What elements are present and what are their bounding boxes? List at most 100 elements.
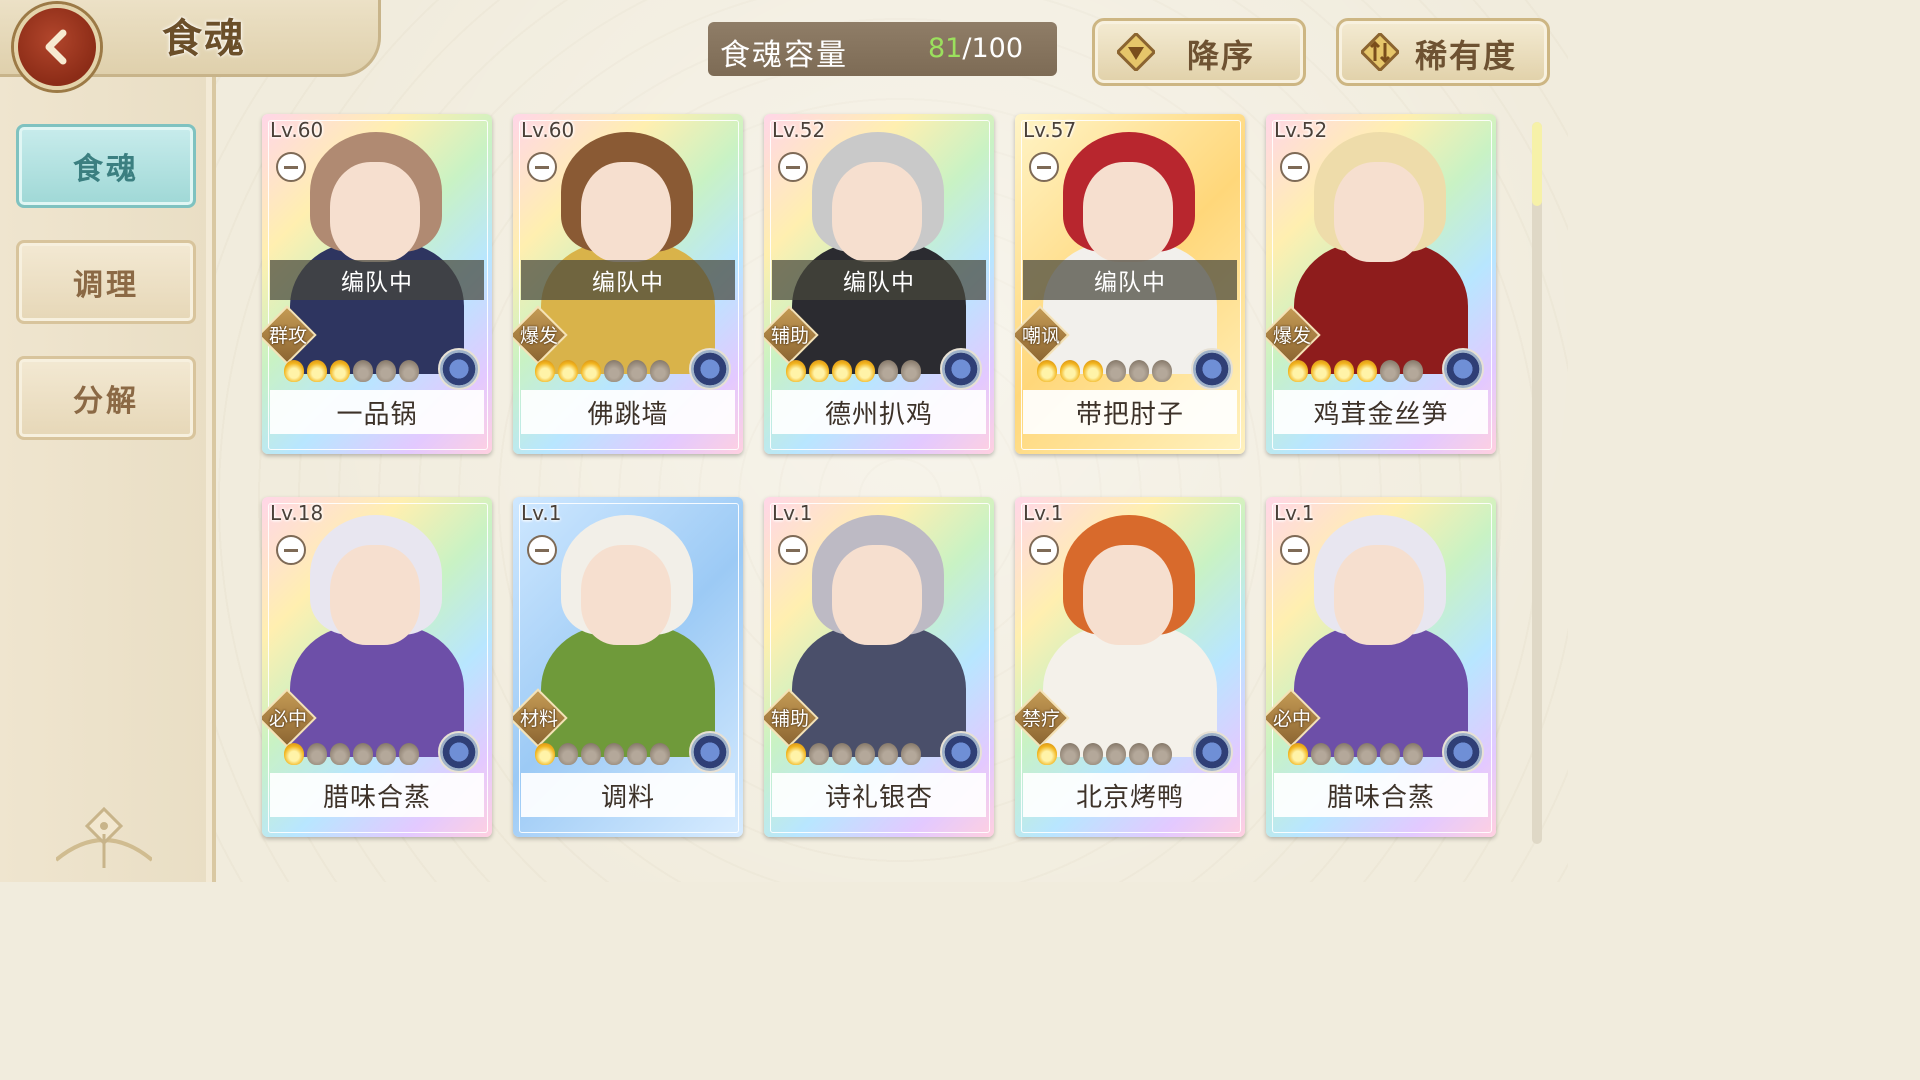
flame-icon — [1357, 743, 1377, 765]
back-arrow-icon — [45, 29, 67, 65]
skill-icon — [778, 152, 808, 182]
food-soul-card[interactable]: Lv.57 编队中 嘲讽 带把肘子 — [1015, 114, 1245, 454]
role-label: 嘲讽 — [1021, 325, 1060, 347]
skill-icon — [1280, 535, 1310, 565]
food-soul-card[interactable]: Lv.1 禁疗北京烤鸭 — [1015, 497, 1245, 837]
card-name: 诗礼银杏 — [772, 773, 986, 817]
flame-icon — [650, 743, 670, 765]
card-name: 德州扒鸡 — [772, 390, 986, 434]
tab-food-soul[interactable]: 食魂 — [16, 124, 196, 208]
flame-icon — [786, 360, 806, 382]
flame-icon — [627, 360, 647, 382]
rarity-flames — [1037, 360, 1187, 386]
portrait-face — [832, 162, 922, 262]
flame-icon — [604, 360, 624, 382]
level-label: Lv.52 — [772, 118, 826, 142]
flame-icon — [353, 743, 373, 765]
flame-icon — [581, 743, 601, 765]
flame-icon — [1129, 360, 1149, 382]
flame-icon — [581, 360, 601, 382]
sort-by-button[interactable]: 稀有度 — [1336, 18, 1550, 86]
flame-icon — [604, 743, 624, 765]
scrollbar[interactable] — [1532, 122, 1542, 844]
level-label: Lv.57 — [1023, 118, 1077, 142]
flame-icon — [535, 360, 555, 382]
sort-order-button[interactable]: 降序 — [1092, 18, 1306, 86]
flame-icon — [901, 743, 921, 765]
food-soul-card[interactable]: Lv.1 必中 腊味合蒸 — [1266, 497, 1496, 837]
role-label: 辅助 — [770, 708, 809, 730]
flame-icon — [1129, 743, 1149, 765]
flower-element-icon — [1442, 731, 1484, 773]
flame-icon — [1060, 360, 1080, 382]
rarity-flames — [1288, 360, 1438, 386]
flame-icon — [1152, 360, 1172, 382]
portrait-face — [330, 545, 420, 645]
skill-icon — [527, 152, 557, 182]
scrollbar-thumb[interactable] — [1532, 122, 1542, 206]
flame-icon — [627, 743, 647, 765]
card-name: 带把肘子 — [1023, 390, 1237, 434]
level-label: Lv.1 — [772, 501, 813, 525]
triangle-down-icon — [1117, 33, 1155, 71]
flame-icon — [1083, 360, 1103, 382]
flame-icon — [284, 743, 304, 765]
level-label: Lv.1 — [521, 501, 562, 525]
capacity-display: 食魂容量 81/100 — [708, 22, 1057, 76]
food-soul-card[interactable]: Lv.1 材料 调料 — [513, 497, 743, 837]
flame-icon — [878, 743, 898, 765]
level-label: Lv.1 — [1023, 501, 1064, 525]
skill-icon — [527, 535, 557, 565]
flame-icon — [786, 743, 806, 765]
flame-icon — [855, 743, 875, 765]
sort-arrows-icon — [1361, 33, 1399, 71]
flame-icon — [650, 360, 670, 382]
flame-icon — [284, 360, 304, 382]
skill-icon — [1029, 535, 1059, 565]
flame-icon — [330, 743, 350, 765]
food-soul-card[interactable]: Lv.60 编队中 爆发 佛跳墙 — [513, 114, 743, 454]
rarity-flames — [284, 743, 434, 769]
flower-element-icon — [689, 348, 731, 390]
card-name: 北京烤鸭 — [1023, 773, 1237, 817]
portrait-face — [1334, 545, 1424, 645]
role-label: 爆发 — [1272, 325, 1311, 347]
flame-icon — [1083, 743, 1103, 765]
flame-icon — [901, 360, 921, 382]
food-soul-card[interactable]: Lv.18 必中 腊味合蒸 — [262, 497, 492, 837]
portrait-face — [330, 162, 420, 262]
role-label: 爆发 — [519, 325, 558, 347]
food-soul-card[interactable]: Lv.60 编队中 群攻 一品锅 — [262, 114, 492, 454]
flame-icon — [1060, 743, 1080, 765]
level-label: Lv.60 — [521, 118, 575, 142]
rarity-flames — [1037, 743, 1187, 769]
capacity-label: 食魂容量 — [720, 38, 848, 73]
portrait-face — [1083, 162, 1173, 262]
sort-order-label: 降序 — [1187, 37, 1256, 75]
role-label: 必中 — [268, 708, 307, 730]
flame-icon — [307, 743, 327, 765]
flame-icon — [1288, 743, 1308, 765]
flame-icon — [1311, 360, 1331, 382]
flower-element-icon — [940, 731, 982, 773]
capacity-max: /100 — [962, 33, 1023, 64]
flame-icon — [1037, 743, 1057, 765]
level-label: Lv.60 — [270, 118, 324, 142]
skill-icon — [276, 535, 306, 565]
flame-icon — [1106, 360, 1126, 382]
flame-icon — [399, 743, 419, 765]
flame-icon — [399, 360, 419, 382]
flame-icon — [535, 743, 555, 765]
back-button[interactable] — [14, 4, 100, 90]
rarity-flames — [1288, 743, 1438, 769]
capacity-value: 81/100 — [928, 33, 1023, 64]
role-label: 禁疗 — [1021, 708, 1060, 730]
tab-cultivate[interactable]: 调理 — [16, 240, 196, 324]
flame-icon — [558, 360, 578, 382]
tab-decompose[interactable]: 分解 — [16, 356, 196, 440]
food-soul-card[interactable]: Lv.52 编队中 辅助 德州扒鸡 — [764, 114, 994, 454]
food-soul-card[interactable]: Lv.1 辅助诗礼银杏 — [764, 497, 994, 837]
flame-icon — [809, 360, 829, 382]
flame-icon — [558, 743, 578, 765]
food-soul-card[interactable]: Lv.52 爆发 鸡茸金丝笋 — [1266, 114, 1496, 454]
